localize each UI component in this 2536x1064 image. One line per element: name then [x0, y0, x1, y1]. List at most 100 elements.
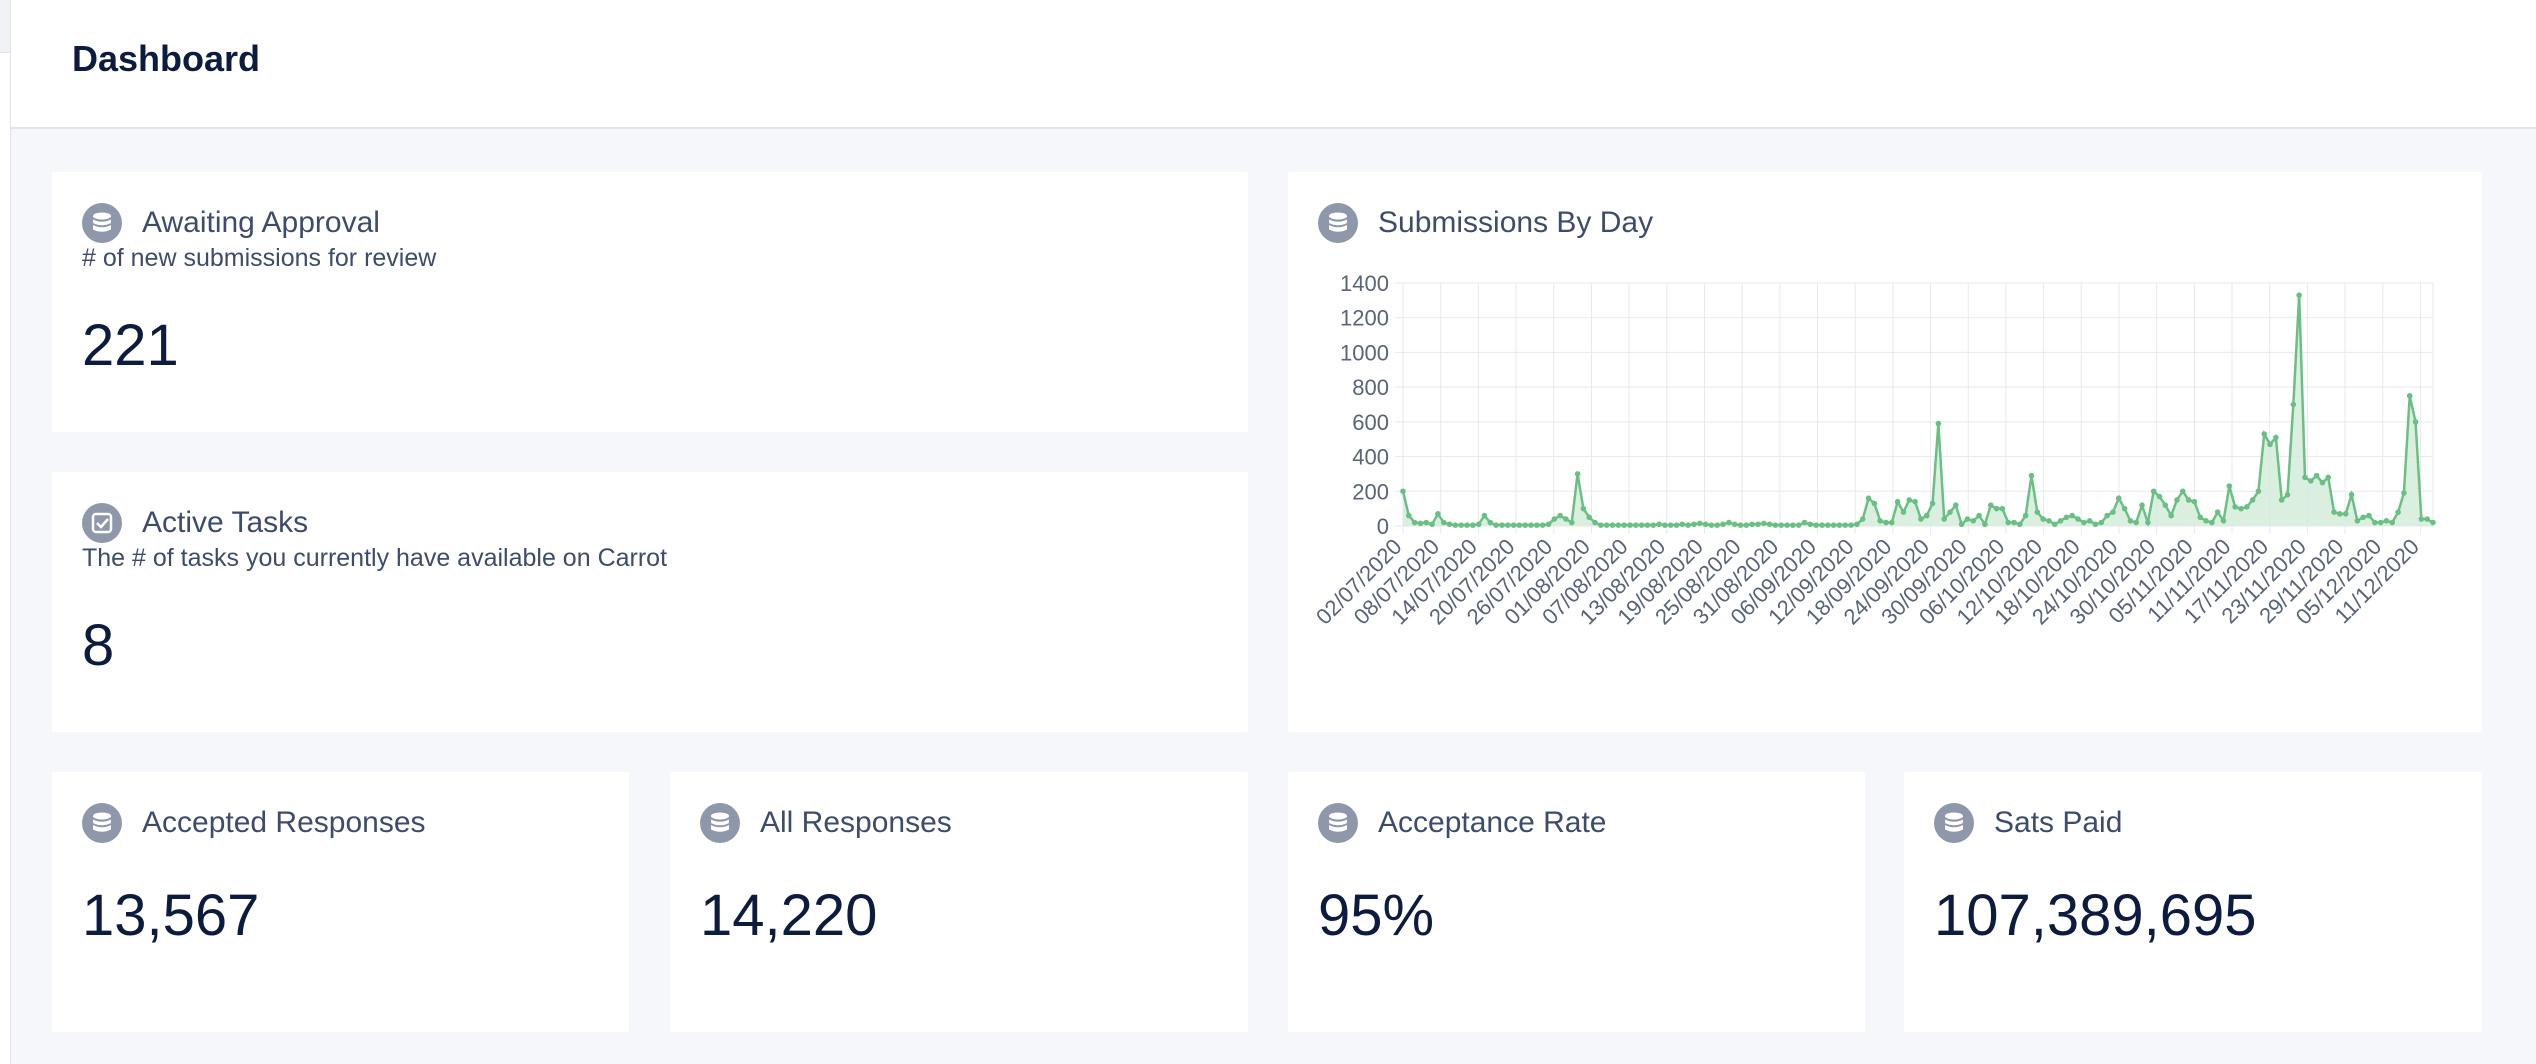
data-point	[2377, 519, 2384, 526]
data-point	[1848, 522, 1854, 528]
data-point	[1557, 512, 1563, 519]
data-point	[1499, 522, 1505, 528]
data-point	[2238, 505, 2244, 512]
data-point	[2418, 516, 2425, 522]
page-title: Dashboard	[72, 38, 261, 79]
data-point	[2360, 514, 2366, 521]
data-point	[2127, 517, 2134, 524]
data-point	[1423, 519, 1430, 526]
data-point	[1953, 502, 1959, 508]
data-point	[2284, 491, 2291, 498]
data-point	[2005, 519, 2011, 526]
data-point	[2063, 514, 2070, 521]
card-header: Sats Paid	[1934, 802, 2122, 844]
data-point	[1568, 519, 1575, 526]
database-icon	[82, 203, 122, 243]
data-point	[2115, 495, 2122, 502]
data-point	[1790, 522, 1796, 528]
data-point	[2243, 504, 2250, 510]
data-point	[2092, 521, 2099, 528]
data-point	[2139, 502, 2145, 508]
data-point	[1760, 520, 1767, 527]
data-point	[2319, 479, 2326, 486]
data-point	[1632, 522, 1639, 528]
data-point	[1795, 522, 1802, 528]
checkbox-icon	[82, 503, 122, 543]
y-tick-label: 800	[1352, 375, 1389, 400]
data-point	[2051, 521, 2058, 528]
submissions-chart-card: Submissions By Day 0 200 400 600 800 1000 1200…	[1288, 172, 2482, 732]
data-point	[2017, 521, 2023, 528]
data-point	[1900, 509, 1907, 515]
data-point	[1923, 512, 1930, 519]
data-point	[1656, 521, 1662, 528]
data-point	[1731, 521, 1738, 528]
data-point	[1440, 519, 1447, 526]
data-point	[1801, 519, 1808, 526]
data-point	[1563, 516, 1569, 522]
data-point	[1830, 522, 1837, 528]
sidebar-edge-top	[0, 0, 10, 53]
card-title: All Responses	[760, 806, 952, 839]
data-point	[1586, 514, 1593, 521]
data-point	[2220, 517, 2227, 524]
data-point	[2185, 497, 2192, 503]
y-tick-label: 1000	[1340, 340, 1389, 365]
data-point	[1708, 522, 1715, 528]
data-point	[1673, 522, 1680, 528]
card-title: Acceptance Rate	[1378, 806, 1607, 839]
data-point	[2424, 516, 2430, 522]
data-point	[2022, 512, 2029, 519]
data-point	[2028, 472, 2035, 479]
data-point	[2401, 490, 2407, 496]
card-header: Active Tasks	[82, 502, 308, 544]
data-point	[1947, 509, 1953, 515]
data-point	[1993, 505, 2000, 512]
data-point	[2249, 497, 2256, 503]
all-responses-card: All Responses 14,220	[670, 772, 1248, 1032]
data-point	[1609, 522, 1616, 528]
data-point	[1446, 521, 1453, 528]
data-point	[1883, 519, 1889, 526]
data-point	[2174, 497, 2180, 503]
data-point	[1865, 495, 1872, 502]
data-point	[1452, 522, 1459, 528]
data-point	[2366, 512, 2372, 519]
data-point	[1574, 471, 1581, 477]
database-icon	[1318, 803, 1358, 843]
data-point	[2104, 512, 2110, 519]
data-point	[1458, 522, 1464, 528]
data-point	[2278, 497, 2285, 503]
data-point	[1429, 521, 1435, 528]
data-point	[1679, 521, 1686, 528]
data-point	[2255, 488, 2262, 495]
data-point	[1580, 505, 1587, 512]
data-point	[1464, 522, 1470, 528]
data-point	[2203, 517, 2209, 524]
data-point	[1737, 522, 1744, 528]
data-point	[1842, 522, 1849, 528]
data-point	[2226, 483, 2233, 489]
acceptance-rate-value: 95%	[1318, 883, 1435, 948]
data-point	[2034, 509, 2041, 515]
data-point	[1976, 512, 1982, 519]
data-point	[2395, 509, 2401, 515]
data-point	[2110, 509, 2116, 515]
data-point	[1592, 519, 1598, 526]
data-point	[1627, 522, 1633, 528]
card-title: Accepted Responses	[142, 806, 426, 839]
data-point	[2098, 519, 2105, 526]
data-point	[1836, 522, 1843, 528]
accepted-responses-card: Accepted Responses 13,567	[52, 772, 629, 1032]
active-tasks-value: 8	[82, 613, 115, 678]
data-point	[1755, 521, 1761, 528]
data-point	[1667, 522, 1674, 528]
card-header: Awaiting Approval	[82, 202, 380, 244]
data-point	[2383, 517, 2390, 524]
data-point	[1691, 521, 1697, 528]
card-title: Active Tasks	[142, 506, 309, 539]
data-point	[1825, 522, 1831, 528]
data-point	[2197, 514, 2204, 521]
data-point	[1778, 522, 1785, 528]
data-point	[2354, 517, 2361, 524]
